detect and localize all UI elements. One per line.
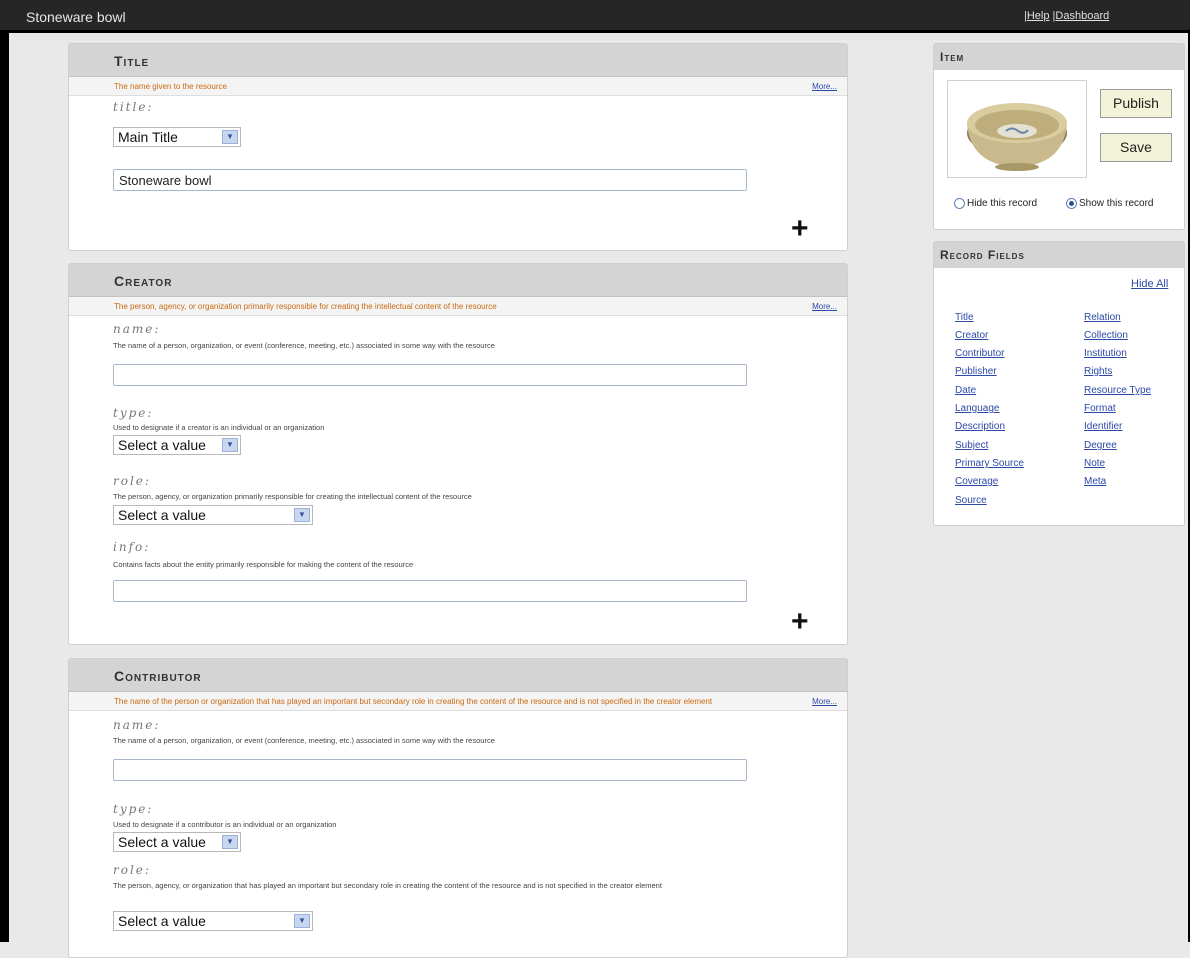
section-description: The name of the person or organization t… bbox=[69, 692, 847, 711]
role-field-description: The person, agency, or organization that… bbox=[113, 881, 662, 890]
title-field-label: title: bbox=[113, 100, 154, 114]
add-title-button[interactable]: + bbox=[791, 214, 809, 244]
field-link-description[interactable]: Description bbox=[955, 421, 1005, 432]
hide-record-option[interactable]: Hide this record bbox=[954, 198, 1037, 209]
contributor-role-value: Select a value bbox=[118, 913, 206, 929]
name-field-label: name: bbox=[113, 718, 161, 732]
publish-button[interactable]: Publish bbox=[1100, 89, 1172, 118]
panel-title: Item bbox=[940, 50, 965, 64]
creator-role-value: Select a value bbox=[118, 507, 206, 523]
dashboard-link[interactable]: Dashboard bbox=[1055, 10, 1109, 22]
creator-section: Creator The person, agency, or organizat… bbox=[68, 263, 848, 645]
contributor-type-select[interactable]: Select a value ▼ bbox=[113, 832, 241, 852]
section-description-text: The name given to the resource bbox=[114, 82, 227, 91]
more-link[interactable]: More... bbox=[812, 80, 837, 93]
creator-name-input[interactable] bbox=[113, 364, 747, 386]
record-title: Stoneware bowl bbox=[26, 9, 126, 25]
section-description: The name given to the resource More... bbox=[69, 77, 847, 96]
field-link-title[interactable]: Title bbox=[955, 312, 974, 323]
field-link-language[interactable]: Language bbox=[955, 403, 1000, 414]
info-field-description: Contains facts about the entity primaril… bbox=[113, 560, 414, 569]
panel-title: Record Fields bbox=[940, 248, 1025, 262]
type-field-label: type: bbox=[113, 802, 154, 816]
name-field-description: The name of a person, organization, or e… bbox=[113, 341, 495, 350]
bowl-image bbox=[967, 103, 1067, 171]
field-link-institution[interactable]: Institution bbox=[1084, 348, 1127, 359]
field-link-resource-type[interactable]: Resource Type bbox=[1084, 385, 1151, 396]
show-record-option[interactable]: Show this record bbox=[1066, 198, 1153, 209]
field-link-format[interactable]: Format bbox=[1084, 403, 1116, 414]
name-field-description: The name of a person, organization, or e… bbox=[113, 736, 495, 745]
name-field-label: name: bbox=[113, 322, 161, 336]
panel-header: Item bbox=[934, 44, 1184, 70]
chevron-down-icon: ▼ bbox=[294, 508, 310, 522]
title-type-value: Main Title bbox=[118, 129, 178, 145]
creator-info-input[interactable] bbox=[113, 580, 747, 602]
hide-record-label: Hide this record bbox=[967, 198, 1038, 210]
item-thumbnail[interactable] bbox=[947, 80, 1087, 178]
role-field-label: role: bbox=[113, 474, 151, 488]
type-field-label: type: bbox=[113, 406, 154, 420]
add-creator-button[interactable]: + bbox=[791, 607, 809, 637]
chevron-down-icon: ▼ bbox=[222, 438, 238, 452]
section-description: The person, agency, or organization prim… bbox=[69, 297, 847, 316]
chevron-down-icon: ▼ bbox=[222, 130, 238, 144]
section-title: Title bbox=[114, 53, 150, 69]
help-link[interactable]: Help bbox=[1027, 10, 1050, 22]
hide-all-link[interactable]: Hide All bbox=[1131, 278, 1168, 290]
section-title: Creator bbox=[114, 273, 173, 289]
section-header: Contributor bbox=[69, 659, 847, 692]
field-link-collection[interactable]: Collection bbox=[1084, 330, 1128, 341]
chevron-down-icon: ▼ bbox=[294, 914, 310, 928]
creator-role-select[interactable]: Select a value ▼ bbox=[113, 505, 313, 525]
field-link-contributor[interactable]: Contributor bbox=[955, 348, 1004, 359]
section-title: Contributor bbox=[114, 668, 202, 684]
field-link-rights[interactable]: Rights bbox=[1084, 366, 1112, 377]
field-link-subject[interactable]: Subject bbox=[955, 440, 988, 451]
field-link-primary-source[interactable]: Primary Source bbox=[955, 458, 1024, 469]
left-border bbox=[0, 33, 9, 942]
type-field-description: Used to designate if a creator is an ind… bbox=[113, 423, 325, 432]
show-record-radio[interactable] bbox=[1066, 198, 1077, 209]
info-field-label: info: bbox=[113, 540, 151, 554]
title-input[interactable]: Stoneware bowl bbox=[113, 169, 747, 191]
hide-record-radio[interactable] bbox=[954, 198, 965, 209]
creator-type-value: Select a value bbox=[118, 437, 206, 453]
field-link-creator[interactable]: Creator bbox=[955, 330, 988, 341]
field-link-source[interactable]: Source bbox=[955, 495, 987, 506]
panel-header: Record Fields bbox=[934, 242, 1184, 268]
top-links: |Help |Dashboard bbox=[1024, 10, 1109, 22]
field-link-coverage[interactable]: Coverage bbox=[955, 476, 998, 487]
title-type-select[interactable]: Main Title ▼ bbox=[113, 127, 241, 147]
record-fields-panel: Record Fields Hide All Title Creator Con… bbox=[933, 241, 1185, 526]
title-section: Title The name given to the resource Mor… bbox=[68, 43, 848, 251]
more-link[interactable]: More... bbox=[812, 695, 837, 708]
contributor-role-select[interactable]: Select a value ▼ bbox=[113, 911, 313, 931]
creator-type-select[interactable]: Select a value ▼ bbox=[113, 435, 241, 455]
section-header: Title bbox=[69, 44, 847, 77]
item-panel: Item Publish Save Hide this record Show … bbox=[933, 43, 1185, 230]
field-link-publisher[interactable]: Publisher bbox=[955, 366, 997, 377]
section-description-text: The person, agency, or organization prim… bbox=[114, 302, 497, 311]
field-link-date[interactable]: Date bbox=[955, 385, 976, 396]
show-record-label: Show this record bbox=[1079, 198, 1154, 210]
role-field-label: role: bbox=[113, 863, 151, 877]
top-bar: Stoneware bowl |Help |Dashboard bbox=[0, 0, 1190, 33]
role-field-description: The person, agency, or organization prim… bbox=[113, 492, 472, 501]
field-link-relation[interactable]: Relation bbox=[1084, 312, 1121, 323]
field-link-meta[interactable]: Meta bbox=[1084, 476, 1106, 487]
more-link[interactable]: More... bbox=[812, 300, 837, 313]
field-link-degree[interactable]: Degree bbox=[1084, 440, 1117, 451]
type-field-description: Used to designate if a contributor is an… bbox=[113, 820, 337, 829]
section-header: Creator bbox=[69, 264, 847, 297]
contributor-section: Contributor The name of the person or or… bbox=[68, 658, 848, 958]
chevron-down-icon: ▼ bbox=[222, 835, 238, 849]
field-link-note[interactable]: Note bbox=[1084, 458, 1105, 469]
section-description-text: The name of the person or organization t… bbox=[114, 697, 713, 706]
field-link-identifier[interactable]: Identifier bbox=[1084, 421, 1122, 432]
save-button[interactable]: Save bbox=[1100, 133, 1172, 162]
contributor-name-input[interactable] bbox=[113, 759, 747, 781]
contributor-type-value: Select a value bbox=[118, 834, 206, 850]
